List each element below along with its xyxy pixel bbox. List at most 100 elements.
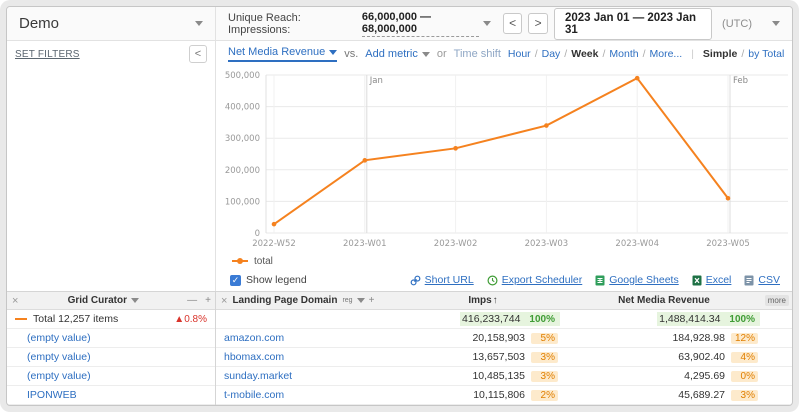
metric-selector[interactable]: Net Media Revenue	[228, 46, 337, 62]
table-row: amazon.com 20,158,9035% 184,928.9812%	[216, 329, 792, 348]
show-legend-toggle[interactable]: Show legend	[230, 274, 307, 286]
grid-curator-header: × Grid Curator — +	[7, 292, 215, 310]
short-url-link[interactable]: Short URL	[410, 274, 474, 286]
reach-filter-label: Unique Reach: Impressions:	[228, 12, 356, 36]
sheets-icon	[595, 275, 605, 286]
svg-text:2023-W05: 2023-W05	[706, 239, 750, 249]
table-row: t-mobile.com 10,115,8062% 45,689.273%	[216, 386, 792, 405]
granularity-hour[interactable]: Hour	[508, 48, 531, 60]
csv-icon	[744, 275, 754, 286]
domain-link[interactable]: amazon.com	[224, 332, 284, 344]
imps-value: 20,158,903	[472, 332, 525, 344]
svg-text:100,000: 100,000	[225, 197, 260, 207]
reach-filter-value-dropdown[interactable]: 66,000,000 — 68,000,000	[362, 11, 491, 37]
remove-panel-icon[interactable]: ×	[7, 295, 23, 307]
top-bar: Demo Unique Reach: Impressions: 66,000,0…	[7, 7, 792, 41]
table-row: sunday.market 10,485,1353% 4,295.690%	[216, 367, 792, 386]
reach-filter-value: 66,000,000 — 68,000,000	[362, 11, 479, 37]
granularity-week-active[interactable]: Week	[571, 48, 598, 60]
chevron-down-icon[interactable]	[772, 21, 780, 26]
svg-text:Jan: Jan	[369, 76, 383, 86]
set-filters-link[interactable]: SET FILTERS	[15, 49, 80, 60]
granularity-day[interactable]: Day	[542, 48, 561, 60]
chart-footer: Show legend Short URL Export Scheduler	[216, 269, 792, 291]
chart-canvas: 0100,000200,000300,000400,000500,0002022…	[216, 67, 792, 253]
imps-pct-badge: 3%	[531, 371, 558, 382]
svg-text:0: 0	[255, 229, 260, 239]
chevron-down-icon	[131, 298, 139, 303]
list-item: (empty value)	[7, 367, 215, 386]
excel-link[interactable]: Excel	[692, 274, 732, 286]
date-range-picker[interactable]: 2023 Jan 01 — 2023 Jan 31	[554, 8, 712, 40]
domain-link[interactable]: hbomax.com	[224, 351, 284, 363]
add-metric-button[interactable]: Add metric	[365, 48, 430, 60]
filters-toolbar: SET FILTERS <	[7, 41, 215, 67]
dimension-value-link[interactable]: (empty value)	[15, 351, 91, 363]
more-columns-button[interactable]: more	[765, 295, 789, 306]
csv-link[interactable]: CSV	[744, 274, 780, 286]
mode-by-total[interactable]: by Total	[748, 48, 784, 60]
chart-section: Net Media Revenue vs. Add metric or Time…	[216, 41, 792, 291]
svg-text:2023-W03: 2023-W03	[525, 239, 569, 249]
total-row-left: Total 12,257 items ▲0.8%	[7, 310, 215, 329]
prev-period-button[interactable]: <	[503, 13, 523, 34]
svg-text:Feb: Feb	[733, 76, 748, 86]
svg-text:2023-W04: 2023-W04	[615, 239, 659, 249]
imps-value: 10,115,806	[473, 389, 525, 401]
vs-label: vs.	[344, 48, 358, 60]
report-selector[interactable]: Demo	[7, 7, 216, 40]
next-period-button[interactable]: >	[528, 13, 548, 34]
remove-row-button[interactable]: —	[183, 295, 201, 306]
timezone-label: (UTC)	[722, 18, 752, 30]
total-items-label: Total 12,257 items	[33, 313, 118, 325]
svg-text:2023-W02: 2023-W02	[434, 239, 478, 249]
granularity-more[interactable]: More...	[650, 48, 683, 60]
grid-curator-selector[interactable]: Grid Curator	[68, 295, 139, 306]
revenue-value: 4,295.69	[684, 370, 725, 382]
granularity-switcher: Hour Day Week Month More...	[508, 48, 682, 60]
column-header-imps[interactable]: Imps↑	[402, 295, 564, 306]
revenue-value: 184,928.98	[672, 332, 725, 344]
remove-dimension-icon[interactable]: ×	[216, 295, 232, 307]
total-delta-badge: ▲0.8%	[174, 314, 207, 325]
svg-text:2022-W52: 2022-W52	[252, 239, 296, 249]
clock-icon	[487, 275, 498, 286]
list-item: IPONWEB	[7, 386, 215, 405]
collapse-panel-button[interactable]: <	[189, 45, 207, 63]
chevron-down-icon	[195, 21, 203, 26]
add-row-button[interactable]: +	[201, 295, 215, 306]
excel-icon	[692, 275, 702, 286]
mode-switcher: Simple by Total	[703, 48, 784, 60]
link-icon	[410, 275, 421, 286]
total-revenue-value: 1,488,414.34	[659, 313, 720, 325]
time-shift-button[interactable]: Time shift	[454, 48, 501, 60]
line-chart: 0100,000200,000300,000400,000500,0002022…	[216, 67, 792, 253]
filters-panel: SET FILTERS <	[7, 41, 216, 291]
imps-pct-badge: 3%	[531, 352, 558, 363]
domain-link[interactable]: t-mobile.com	[224, 389, 284, 401]
column-header-net-media-revenue[interactable]: Net Media Revenue	[564, 295, 764, 306]
checkbox-checked-icon[interactable]	[230, 275, 241, 286]
metric-label: Net Media Revenue	[228, 46, 325, 58]
dimension-selector[interactable]: Landing Page Domainreg	[232, 295, 364, 306]
google-sheets-link[interactable]: Google Sheets	[595, 274, 678, 286]
domain-link[interactable]: sunday.market	[224, 370, 292, 382]
content-area: SET FILTERS < Net Media Revenue vs. Add …	[7, 41, 792, 291]
svg-text:300,000: 300,000	[225, 134, 260, 144]
grid-table-panel: × Landing Page Domainreg + Imps↑ Net Med…	[216, 292, 792, 405]
chart-toolbar-right: Hour Day Week Month More... | Simple by …	[508, 48, 793, 60]
export-scheduler-link[interactable]: Export Scheduler	[487, 274, 583, 286]
report-title: Demo	[19, 15, 59, 32]
chevron-down-icon	[329, 50, 337, 55]
add-dimension-button[interactable]: +	[365, 295, 379, 306]
vertical-separator: |	[691, 48, 694, 60]
topbar-main: Unique Reach: Impressions: 66,000,000 — …	[216, 7, 792, 40]
mode-simple-active[interactable]: Simple	[703, 48, 737, 60]
dimension-value-link[interactable]: IPONWEB	[15, 389, 77, 401]
imps-pct-badge: 2%	[531, 390, 558, 401]
revenue-pct-badge: 12%	[731, 333, 758, 344]
dimension-value-link[interactable]: (empty value)	[15, 332, 91, 344]
chevron-down-icon	[422, 52, 430, 57]
dimension-value-link[interactable]: (empty value)	[15, 370, 91, 382]
granularity-month[interactable]: Month	[609, 48, 638, 60]
